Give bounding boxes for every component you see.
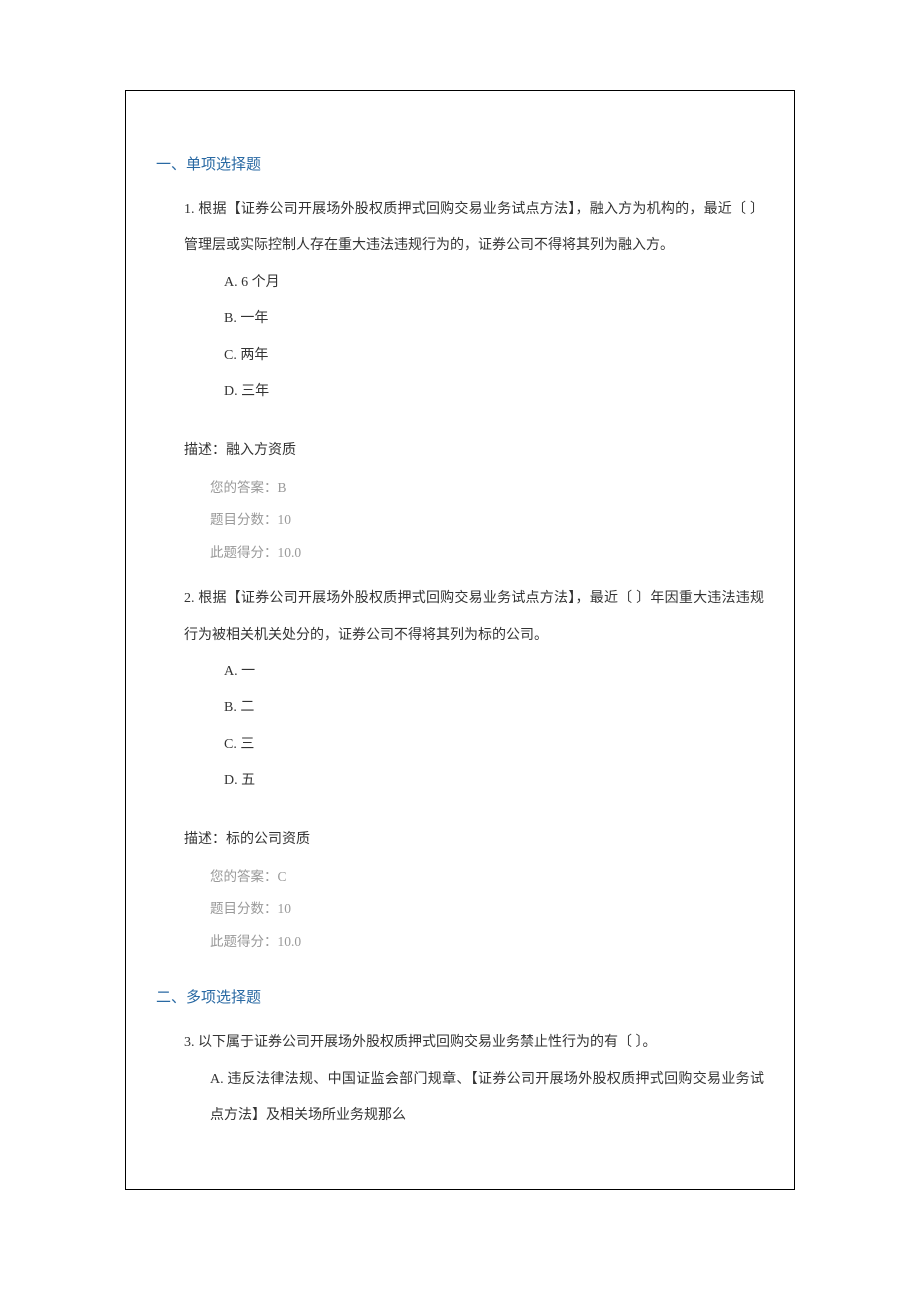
question-2-text: 2. 根据【证券公司开展场外股权质押式回购交易业务试点方法】，最近〔 〕年因重大… — [184, 581, 764, 654]
question-2-description: 描述：标的公司资质 — [184, 823, 764, 857]
exam-page: 一、单项选择题 1. 根据【证券公司开展场外股权质押式回购交易业务试点方法】，融… — [125, 90, 795, 1190]
question-1-your-answer: 您的答案：B — [184, 472, 764, 504]
question-1-block: 1. 根据【证券公司开展场外股权质押式回购交易业务试点方法】，融入方为机构的，最… — [156, 192, 764, 958]
question-1-option-a: A. 6 个月 — [184, 265, 764, 301]
question-2-got: 此题得分：10.0 — [184, 926, 764, 958]
question-2-option-d: D. 五 — [184, 763, 764, 799]
question-3-option-a: A. 违反法律法规、中国证监会部门规章、【证券公司开展场外股权质押式回购交易业务… — [184, 1062, 764, 1135]
question-1-score: 题目分数：10 — [184, 504, 764, 536]
question-1-option-c: C. 两年 — [184, 338, 764, 374]
question-2-option-a: A. 一 — [184, 654, 764, 690]
question-1-text: 1. 根据【证券公司开展场外股权质押式回购交易业务试点方法】，融入方为机构的，最… — [184, 192, 764, 265]
section-2-title: 二、多项选择题 — [156, 986, 764, 1007]
question-1-description: 描述：融入方资质 — [184, 434, 764, 468]
question-1-option-d: D. 三年 — [184, 374, 764, 410]
question-2-option-c: C. 三 — [184, 727, 764, 763]
section-1-title: 一、单项选择题 — [156, 153, 764, 174]
question-1-got: 此题得分：10.0 — [184, 537, 764, 569]
question-2-score: 题目分数：10 — [184, 893, 764, 925]
question-2-option-b: B. 二 — [184, 690, 764, 726]
question-2-your-answer: 您的答案：C — [184, 861, 764, 893]
question-3-text: 3. 以下属于证券公司开展场外股权质押式回购交易业务禁止性行为的有〔 〕。 — [184, 1025, 764, 1061]
question-3-block: 3. 以下属于证券公司开展场外股权质押式回购交易业务禁止性行为的有〔 〕。 A.… — [156, 1025, 764, 1134]
question-1-option-b: B. 一年 — [184, 301, 764, 337]
